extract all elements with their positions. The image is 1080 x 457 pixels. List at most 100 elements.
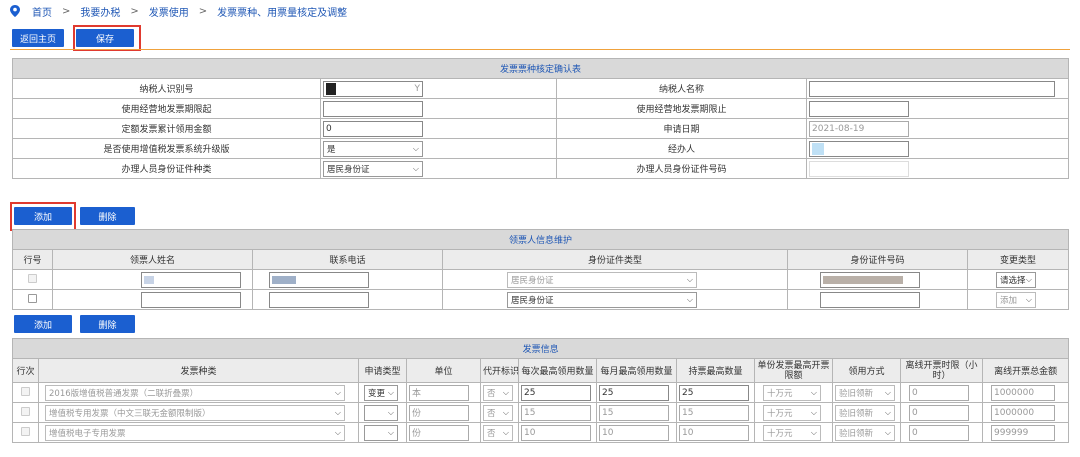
apply-type-select[interactable]: ⌵ <box>364 424 398 441</box>
save-highlight-box <box>73 25 141 51</box>
unit-field[interactable]: 份 <box>409 424 469 441</box>
chevron-down-icon: ⌵ <box>334 387 341 397</box>
invoice-table: 发票信息 行次 发票种类 申请类型 单位 代开标识 每次最高领用数量 每月最高领… <box>11 338 1070 443</box>
per-time-field[interactable]: 10 <box>521 424 591 441</box>
location-pin-icon <box>10 5 20 17</box>
invoice-table-title: 发票信息 <box>11 338 1070 359</box>
taxpayer-id-field[interactable]: Y <box>323 80 423 97</box>
per-month-field[interactable]: 10 <box>599 424 669 441</box>
breadcrumb-separator: > <box>62 5 71 17</box>
col-per-time: 每次最高领用数量 <box>518 358 597 383</box>
breadcrumb-home[interactable]: 首页 <box>32 4 52 19</box>
table-row: 2016版增值税普通发票（二联折叠票） ⌵ 变更 ⌵ 本 否 ⌵ 25 25 25 十… <box>12 382 1070 403</box>
id-type-select[interactable]: 居民身份证 ⌵ <box>507 291 697 308</box>
invoice-kind-select[interactable]: 2016版增值税普通发票（二联折叠票） ⌵ <box>45 384 345 401</box>
id-no-field[interactable] <box>820 291 920 308</box>
id-no-field[interactable] <box>809 160 909 177</box>
agent-flag-select[interactable]: 否 ⌵ <box>483 404 513 421</box>
id-type-select[interactable]: 居民身份证 ⌵ <box>323 160 423 177</box>
apply-type-select[interactable]: 变更 ⌵ <box>364 384 398 401</box>
method-select[interactable]: 验旧领新 ⌵ <box>835 404 895 421</box>
col-apply-type: 申请类型 <box>358 358 407 383</box>
handler-field[interactable] <box>809 140 909 157</box>
delete-recipient-button[interactable]: 删除 <box>80 207 135 225</box>
phone-field[interactable] <box>269 291 369 308</box>
agent-flag-select[interactable]: 否 ⌵ <box>483 384 513 401</box>
limit-select[interactable]: 十万元 ⌵ <box>763 384 821 401</box>
chevron-down-icon: ⌵ <box>412 163 419 173</box>
per-month-field[interactable]: 15 <box>599 404 669 421</box>
table-row: 居民身份证 ⌵ 请选择 ⌵ <box>12 269 1070 290</box>
id-no-field[interactable] <box>820 271 920 288</box>
offline-hours-field[interactable]: 0 <box>909 384 969 401</box>
table-row: 居民身份证 ⌵ 添加 ⌵ <box>12 289 1070 310</box>
table-row: 增值税电子专用发票 ⌵ ⌵ 份 否 ⌵ 10 10 10 十万元 ⌵ 验旧领新 ⌵ 0 … <box>12 422 1070 443</box>
divider-line <box>10 49 1070 50</box>
row-checkbox[interactable] <box>28 293 37 303</box>
offline-total-field[interactable]: 1000000 <box>991 384 1055 401</box>
col-id-no: 身份证件号码 <box>787 249 968 270</box>
period-start-field[interactable] <box>323 100 423 117</box>
chevron-down-icon: ⌵ <box>502 427 509 437</box>
redaction-block <box>326 82 336 95</box>
phone-field[interactable] <box>269 271 369 288</box>
breadcrumb-invoice-use[interactable]: 发票使用 <box>149 4 189 19</box>
chevron-down-icon: ⌵ <box>810 407 817 417</box>
taxpayer-name-field[interactable] <box>809 80 1055 97</box>
per-time-field[interactable]: 25 <box>521 384 591 401</box>
change-type-select[interactable]: 添加 ⌵ <box>996 291 1036 308</box>
apply-date-label: 申请日期 <box>556 118 807 139</box>
unit-field[interactable]: 份 <box>409 404 469 421</box>
period-end-field[interactable] <box>809 100 909 117</box>
handler-label: 经办人 <box>556 138 807 159</box>
breadcrumb-separator: > <box>198 5 208 17</box>
row-checkbox[interactable] <box>21 406 30 416</box>
row-checkbox[interactable] <box>28 273 37 283</box>
offline-total-field[interactable]: 999999 <box>991 424 1055 441</box>
row-checkbox[interactable] <box>21 426 30 436</box>
redaction-block <box>272 275 296 284</box>
offline-hours-field[interactable]: 0 <box>909 424 969 441</box>
back-home-button[interactable]: 返回主页 <box>12 29 64 47</box>
add-invoice-button[interactable]: 添加 <box>14 315 72 333</box>
id-type-select[interactable]: 居民身份证 ⌵ <box>507 271 697 288</box>
invoice-kind-select[interactable]: 增值税电子专用发票 ⌵ <box>45 424 345 441</box>
per-time-field[interactable]: 15 <box>521 404 591 421</box>
col-row: 行次 <box>12 358 39 383</box>
limit-select[interactable]: 十万元 ⌵ <box>763 404 821 421</box>
period-end-label: 使用经营地发票期限止 <box>556 98 807 119</box>
breadcrumb-current[interactable]: 发票票种、用票量核定及调整 <box>217 4 347 19</box>
chevron-down-icon: ⌵ <box>334 407 341 417</box>
hold-field[interactable]: 10 <box>679 424 749 441</box>
offline-hours-field[interactable]: 0 <box>909 404 969 421</box>
chevron-down-icon: ⌵ <box>334 427 341 437</box>
agent-flag-select[interactable]: 否 ⌵ <box>483 424 513 441</box>
quota-field[interactable]: 0 <box>323 120 423 137</box>
breadcrumb: 首页 > 我要办税 > 发票使用 > 发票票种、用票量核定及调整 <box>10 4 347 19</box>
hold-field[interactable]: 25 <box>679 384 749 401</box>
recipient-name-field[interactable] <box>141 271 241 288</box>
chevron-down-icon: ⌵ <box>502 407 509 417</box>
recipient-table-title: 领票人信息维护 <box>11 229 1070 250</box>
breadcrumb-tax[interactable]: 我要办税 <box>80 4 120 19</box>
offline-total-field[interactable]: 1000000 <box>991 404 1055 421</box>
apply-type-select[interactable]: ⌵ <box>364 404 398 421</box>
unit-field[interactable]: 本 <box>409 384 469 401</box>
method-select[interactable]: 验旧领新 ⌵ <box>835 384 895 401</box>
change-type-select[interactable]: 请选择 ⌵ <box>996 271 1036 288</box>
delete-invoice-button[interactable]: 删除 <box>80 315 135 333</box>
apply-date-field[interactable]: 2021-08-19 <box>809 120 909 137</box>
row-checkbox[interactable] <box>21 386 30 396</box>
chevron-down-icon: ⌵ <box>387 407 394 417</box>
invoice-kind-select[interactable]: 增值税专用发票（中文三联无金额限制版） ⌵ <box>45 404 345 421</box>
recipient-name-field[interactable] <box>141 291 241 308</box>
method-select[interactable]: 验旧领新 ⌵ <box>835 424 895 441</box>
confirm-table: 发票票种核定确认表 纳税人识别号 Y 纳税人名称 使用经营地发票期限起 使用经营… <box>11 58 1070 179</box>
limit-select[interactable]: 十万元 ⌵ <box>763 424 821 441</box>
chevron-down-icon: ⌵ <box>884 407 891 417</box>
col-row-no: 行号 <box>12 249 53 270</box>
upgrade-select[interactable]: 是 ⌵ <box>323 140 423 157</box>
hold-field[interactable]: 15 <box>679 404 749 421</box>
per-month-field[interactable]: 25 <box>599 384 669 401</box>
chevron-down-icon: ⌵ <box>1025 294 1032 304</box>
